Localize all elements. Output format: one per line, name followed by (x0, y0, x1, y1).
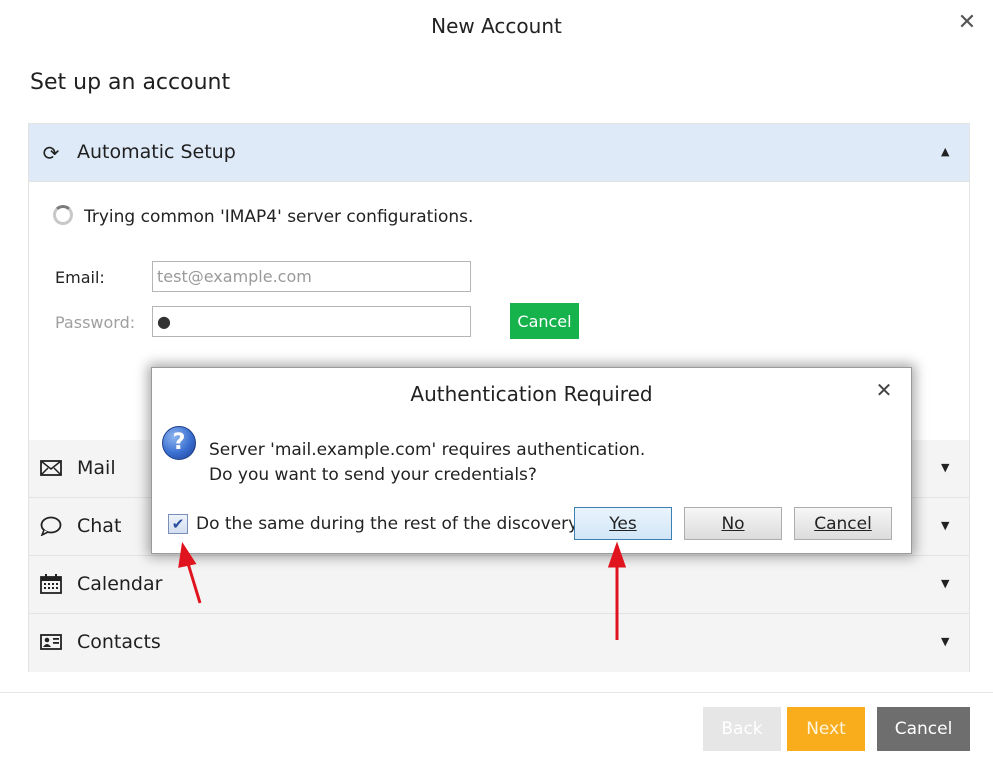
footer-divider (0, 692, 993, 693)
collapse-arrow-icon: ▲ (941, 145, 950, 158)
dialog-title: Authentication Required (410, 382, 653, 406)
accordion-item-label: Chat (77, 515, 122, 537)
accordion-item-label: Calendar (77, 573, 163, 595)
automatic-setup-label: Automatic Setup (77, 141, 236, 163)
expand-arrow-icon: ▼ (941, 461, 950, 474)
page-heading: Set up an account (30, 70, 231, 95)
expand-arrow-icon: ▼ (941, 635, 950, 648)
setup-cancel-button[interactable]: Cancel (510, 303, 579, 339)
window-title: New Account (431, 14, 562, 38)
email-label: Email: (55, 268, 105, 287)
calendar-icon (39, 574, 63, 596)
expand-arrow-icon: ▼ (941, 577, 950, 590)
no-button[interactable]: No (684, 507, 782, 540)
expand-arrow-icon: ▼ (941, 519, 950, 532)
chat-icon (39, 516, 63, 538)
dialog-message-line2: Do you want to send your credentials? (209, 465, 537, 485)
repeat-checkbox[interactable]: ✔ (168, 514, 188, 534)
setup-status-text: Trying common 'IMAP4' server configurati… (84, 207, 474, 227)
dialog-cancel-button[interactable]: Cancel (794, 507, 892, 540)
contacts-icon (39, 632, 63, 654)
accordion-item-calendar[interactable]: Calendar ▼ (29, 556, 969, 614)
dialog-close-icon[interactable]: ✕ (872, 378, 896, 402)
footer-cancel-button[interactable]: Cancel (877, 707, 970, 751)
back-button[interactable]: Back (703, 707, 781, 751)
password-label: Password: (55, 313, 136, 332)
accordion-item-contacts[interactable]: Contacts ▼ (29, 614, 969, 672)
mail-icon (39, 458, 63, 480)
dialog-message-line1: Server 'mail.example.com' requires authe… (209, 440, 646, 460)
email-field[interactable] (152, 261, 471, 292)
accordion-item-label: Contacts (77, 631, 161, 653)
automatic-setup-header[interactable]: ⟳ Automatic Setup ▲ (29, 124, 969, 182)
question-icon: ? (162, 426, 196, 460)
authentication-dialog: Authentication Required ✕ ? Server 'mail… (151, 367, 912, 554)
refresh-icon: ⟳ (42, 141, 60, 165)
spinner-icon (53, 205, 73, 225)
password-field[interactable] (152, 306, 471, 337)
window-close-icon[interactable]: ✕ (955, 11, 979, 35)
next-button[interactable]: Next (787, 707, 865, 751)
repeat-checkbox-label[interactable]: Do the same during the rest of the disco… (196, 514, 581, 534)
accordion-item-label: Mail (77, 457, 116, 479)
yes-button[interactable]: Yes (574, 507, 672, 540)
